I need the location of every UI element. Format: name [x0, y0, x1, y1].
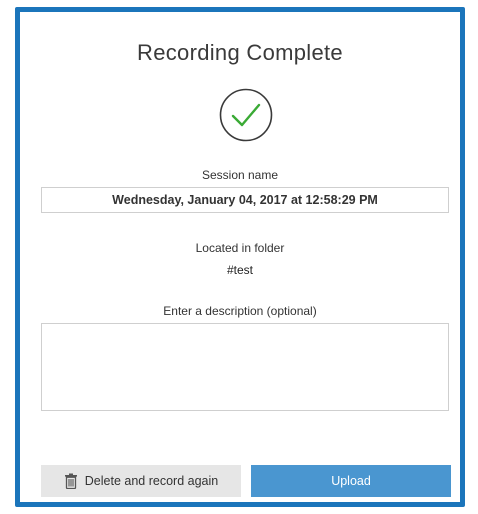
recording-complete-dialog: Recording Complete Session name Wednesda… [15, 7, 465, 507]
upload-button[interactable]: Upload [251, 465, 451, 497]
description-label: Enter a description (optional) [163, 304, 317, 318]
delete-and-record-again-button[interactable]: Delete and record again [41, 465, 241, 497]
trash-icon [64, 473, 78, 490]
session-name-field[interactable]: Wednesday, January 04, 2017 at 12:58:29 … [41, 187, 449, 213]
check-circle-icon [218, 87, 274, 143]
dialog-title: Recording Complete [137, 40, 343, 65]
session-name-label: Session name [201, 168, 279, 182]
folder-value: #test [226, 263, 253, 277]
folder-label: Located in folder [195, 241, 285, 255]
description-input[interactable] [41, 323, 449, 411]
delete-button-label: Delete and record again [84, 474, 219, 488]
clipped-top-text [210, 0, 410, 3]
